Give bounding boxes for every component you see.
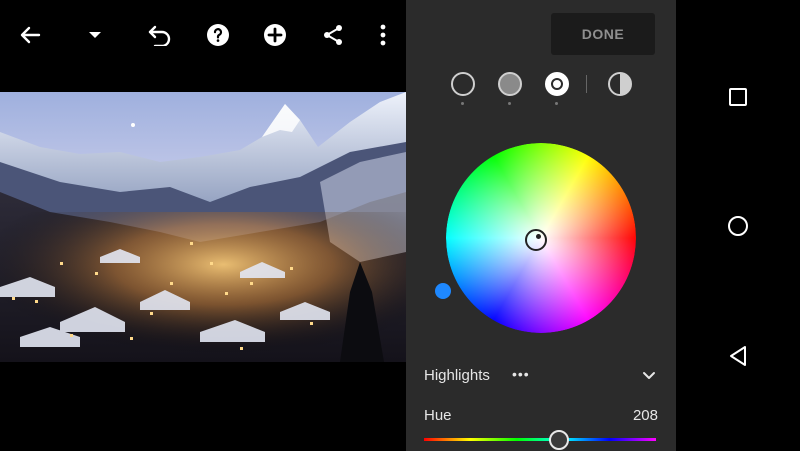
share-icon[interactable] — [318, 20, 348, 50]
hue-value: 208 — [632, 407, 658, 424]
mountain-village-photo — [0, 92, 406, 362]
midtones-indicator-dot — [508, 102, 511, 105]
mode-separator — [586, 75, 587, 93]
back-arrow-icon[interactable] — [15, 20, 45, 50]
highlights-ring — [551, 78, 563, 90]
back-triangle-icon[interactable] — [726, 344, 750, 368]
hue-slider-track[interactable] — [424, 438, 656, 441]
hue-slider-thumb[interactable] — [548, 430, 569, 450]
grading-mode-selector — [446, 70, 646, 110]
chevron-down-icon[interactable] — [642, 368, 656, 386]
home-circle-icon[interactable] — [726, 214, 750, 238]
system-nav-bar — [676, 0, 800, 451]
more-vert-icon[interactable] — [368, 20, 398, 50]
done-button[interactable]: DONE — [551, 13, 655, 55]
midtones-mode-icon[interactable] — [498, 72, 522, 96]
editor-area — [0, 0, 406, 451]
highlights-indicator-dot — [555, 102, 558, 105]
shadows-indicator-dot — [461, 102, 464, 105]
color-grading-panel: DONE Highlights ••• Hue 208 — [406, 0, 676, 451]
luminance-handle[interactable] — [435, 283, 451, 299]
region-dropdown-label[interactable]: Highlights — [424, 367, 490, 384]
help-icon[interactable] — [203, 20, 233, 50]
app-root: DONE Highlights ••• Hue 208 — [0, 0, 800, 451]
shadows-mode-icon[interactable] — [451, 72, 475, 96]
dropdown-caret-icon[interactable] — [80, 20, 110, 50]
top-toolbar — [0, 0, 406, 70]
recents-square-icon[interactable] — [726, 85, 750, 109]
add-icon[interactable] — [260, 20, 290, 50]
more-options-icon[interactable]: ••• — [512, 366, 530, 382]
highlights-mode-icon[interactable] — [545, 72, 569, 96]
global-mode-icon[interactable] — [608, 72, 632, 96]
hue-label: Hue — [424, 407, 452, 424]
photo-canvas[interactable] — [0, 92, 406, 362]
undo-icon[interactable] — [145, 20, 175, 50]
color-wheel-picker-handle[interactable] — [525, 229, 547, 251]
